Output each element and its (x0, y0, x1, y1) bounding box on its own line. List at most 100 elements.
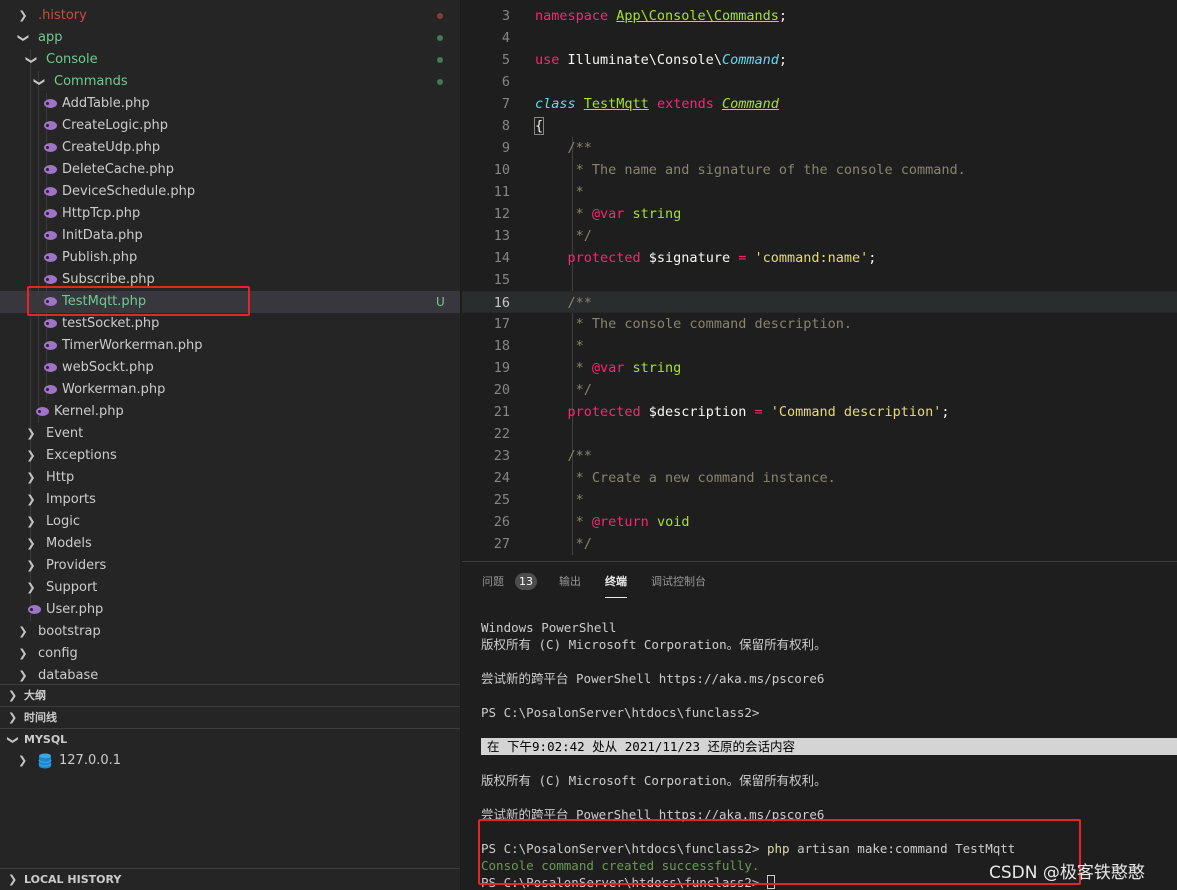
code-token: * (567, 206, 592, 222)
mysql-section-header[interactable]: ❯ MYSQL (0, 728, 460, 750)
code-line: 11 * (462, 181, 1177, 203)
file-timerworkerman-php[interactable]: TimerWorkerman.php (0, 335, 460, 357)
code-text: /** (535, 137, 592, 159)
folder-config[interactable]: ❯ config (0, 643, 460, 665)
file-user-php[interactable]: User.php (0, 599, 460, 621)
tree-item-label: Kernel.php (54, 404, 124, 419)
line-number: 4 (501, 30, 510, 46)
chevron-right-icon: ❯ (18, 647, 28, 660)
folder-models[interactable]: ❯ Models (0, 533, 460, 555)
tree-indent-guide (30, 379, 31, 401)
mysql-connection-item[interactable]: ❯ 127.0.0.1 (0, 750, 460, 772)
tree-item-label: config (38, 646, 78, 661)
folder-commands[interactable]: ❯ Commands (0, 71, 460, 93)
file-workerman-php[interactable]: Workerman.php (0, 379, 460, 401)
file-addtable-php[interactable]: AddTable.php (0, 93, 460, 115)
tree-item-label: AddTable.php (62, 96, 150, 111)
line-number: 25 (493, 492, 510, 508)
code-token: App\Console\Commands (616, 8, 779, 24)
folder-providers[interactable]: ❯ Providers (0, 555, 460, 577)
folder-console[interactable]: ❯ Console (0, 49, 460, 71)
terminal-line: Windows PowerShell (481, 620, 617, 635)
folder-http[interactable]: ❯ Http (0, 467, 460, 489)
file-kernel-php[interactable]: Kernel.php (0, 401, 460, 423)
folder-app[interactable]: ❯ app (0, 27, 460, 49)
code-line: 23 /** (462, 445, 1177, 467)
folder-database[interactable]: ❯ database (0, 665, 460, 684)
folder-bootstrap[interactable]: ❯ bootstrap (0, 621, 460, 643)
tree-item-label: User.php (46, 602, 104, 617)
tree-item-label: Http (46, 470, 75, 485)
code-line: 27 */ (462, 533, 1177, 555)
folder-logic[interactable]: ❯ Logic (0, 511, 460, 533)
folder-imports[interactable]: ❯ Imports (0, 489, 460, 511)
code-line: 6 (462, 71, 1177, 93)
tab-problems[interactable]: 问题 (482, 572, 504, 598)
chevron-down-icon: ❯ (25, 55, 38, 65)
file-deletecache-php[interactable]: DeleteCache.php (0, 159, 460, 181)
code-text: * Create a new command instance. (535, 467, 836, 489)
code-text: * (535, 335, 584, 357)
code-token: /** (567, 295, 592, 311)
code-token: Illuminate\Console\ (567, 52, 722, 68)
php-file-icon (44, 385, 57, 394)
file-initdata-php[interactable]: InitData.php (0, 225, 460, 247)
tree-indent-guide (30, 335, 31, 357)
tree-indent-guide (38, 203, 39, 225)
file-createlogic-php[interactable]: CreateLogic.php (0, 115, 460, 137)
watermark: CSDN @极客铁憨憨 (989, 863, 1145, 883)
file-websockt-php[interactable]: webSockt.php (0, 357, 460, 379)
line-number: 17 (493, 316, 510, 332)
code-token: string (632, 206, 682, 222)
line-number: 12 (493, 206, 510, 222)
code-text: protected $signature = 'command:name'; (535, 247, 877, 269)
code-token: * (567, 514, 592, 530)
tree-item-label: Commands (54, 74, 128, 89)
timeline-section-header[interactable]: ❯ 时间线 (0, 706, 460, 728)
folder-event[interactable]: ❯ Event (0, 423, 460, 445)
chevron-down-icon: ❯ (17, 33, 30, 43)
code-line: 4 (462, 27, 1177, 49)
folder-support[interactable]: ❯ Support (0, 577, 460, 599)
code-token: @var (591, 206, 633, 222)
tree-indent-guide (30, 203, 31, 225)
code-token: * (567, 184, 584, 200)
tree-indent-guide (38, 181, 39, 203)
timeline-label: 时间线 (24, 711, 57, 724)
tree-indent-guide (38, 115, 39, 137)
tree-item-label: CreateLogic.php (62, 118, 169, 133)
tab-terminal[interactable]: 终端 (605, 572, 627, 598)
file-deviceschedule-php[interactable]: DeviceSchedule.php (0, 181, 460, 203)
local-history-section-header[interactable]: ❯ LOCAL HISTORY (0, 868, 460, 890)
code-token: extends (656, 96, 722, 112)
database-icon (38, 753, 52, 769)
outline-section-header[interactable]: ❯ 大纲 (0, 684, 460, 706)
tab-output[interactable]: 输出 (559, 572, 581, 598)
code-token: * The name and signature of the console … (567, 162, 966, 178)
code-token: * (567, 338, 584, 354)
tree-item-label: TimerWorkerman.php (62, 338, 203, 353)
file-createudp-php[interactable]: CreateUdp.php (0, 137, 460, 159)
folder-exceptions[interactable]: ❯ Exceptions (0, 445, 460, 467)
code-editor[interactable]: 3 namespace App\Console\Commands; 4 5 use Il… (462, 0, 1177, 561)
file-publish-php[interactable]: Publish.php (0, 247, 460, 269)
mysql-host-label: 127.0.0.1 (59, 753, 122, 768)
code-line: 12 * @var string (462, 203, 1177, 225)
code-line: 22 (462, 423, 1177, 445)
line-number: 19 (493, 360, 510, 376)
tree-item-label: Imports (46, 492, 96, 507)
tab-debug-console[interactable]: 调试控制台 (651, 572, 706, 598)
chevron-right-icon: ❯ (26, 427, 36, 440)
folder-history[interactable]: ❯ .history (0, 5, 460, 27)
file-testsocket-php[interactable]: testSocket.php (0, 313, 460, 335)
code-line: 15 (462, 269, 1177, 291)
file-httptcp-php[interactable]: HttpTcp.php (0, 203, 460, 225)
tree-indent-guide (38, 137, 39, 159)
chevron-right-icon: ❯ (18, 625, 28, 638)
line-number: 11 (493, 184, 510, 200)
code-token: */ (567, 536, 592, 552)
